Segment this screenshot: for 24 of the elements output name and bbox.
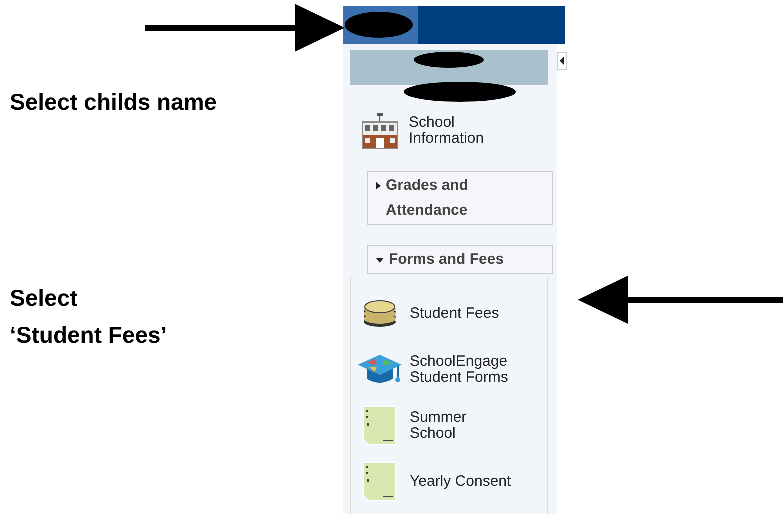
section-toggle[interactable]: Forms and Fees [367,244,553,274]
menu-link[interactable]: SchoolEngage Student Forms [350,342,547,398]
caret-left-icon [560,57,564,65]
menu-link-label: Summer School [410,410,467,442]
menu-link-label: Student Fees [410,306,500,322]
menu-link-label: School Information [409,114,484,147]
note-page-icon [363,462,397,502]
collapse-button[interactable] [557,52,567,70]
menu-link[interactable]: Summer School [350,398,547,454]
menu-link[interactable]: Student Fees [350,286,547,342]
coins-icon [362,298,398,329]
menu-link[interactable]: School Information [350,110,550,151]
child-selector[interactable] [343,6,418,44]
redaction-mark [345,12,413,38]
menu-link-label: SchoolEngage Student Forms [410,354,508,386]
school-building-icon [361,112,399,149]
instruction-text: Select ‘Student Fees’ [10,284,168,350]
menu-link-label: Yearly Consent [410,474,512,490]
menu-link[interactable]: Yearly Consent [350,454,547,510]
section-toggle[interactable]: Grades and Attendance [367,170,553,225]
note-page-icon [363,406,397,446]
instruction-text: Select childs name [10,88,218,116]
caret-right-icon [376,182,381,190]
caret-down-icon [376,258,384,263]
